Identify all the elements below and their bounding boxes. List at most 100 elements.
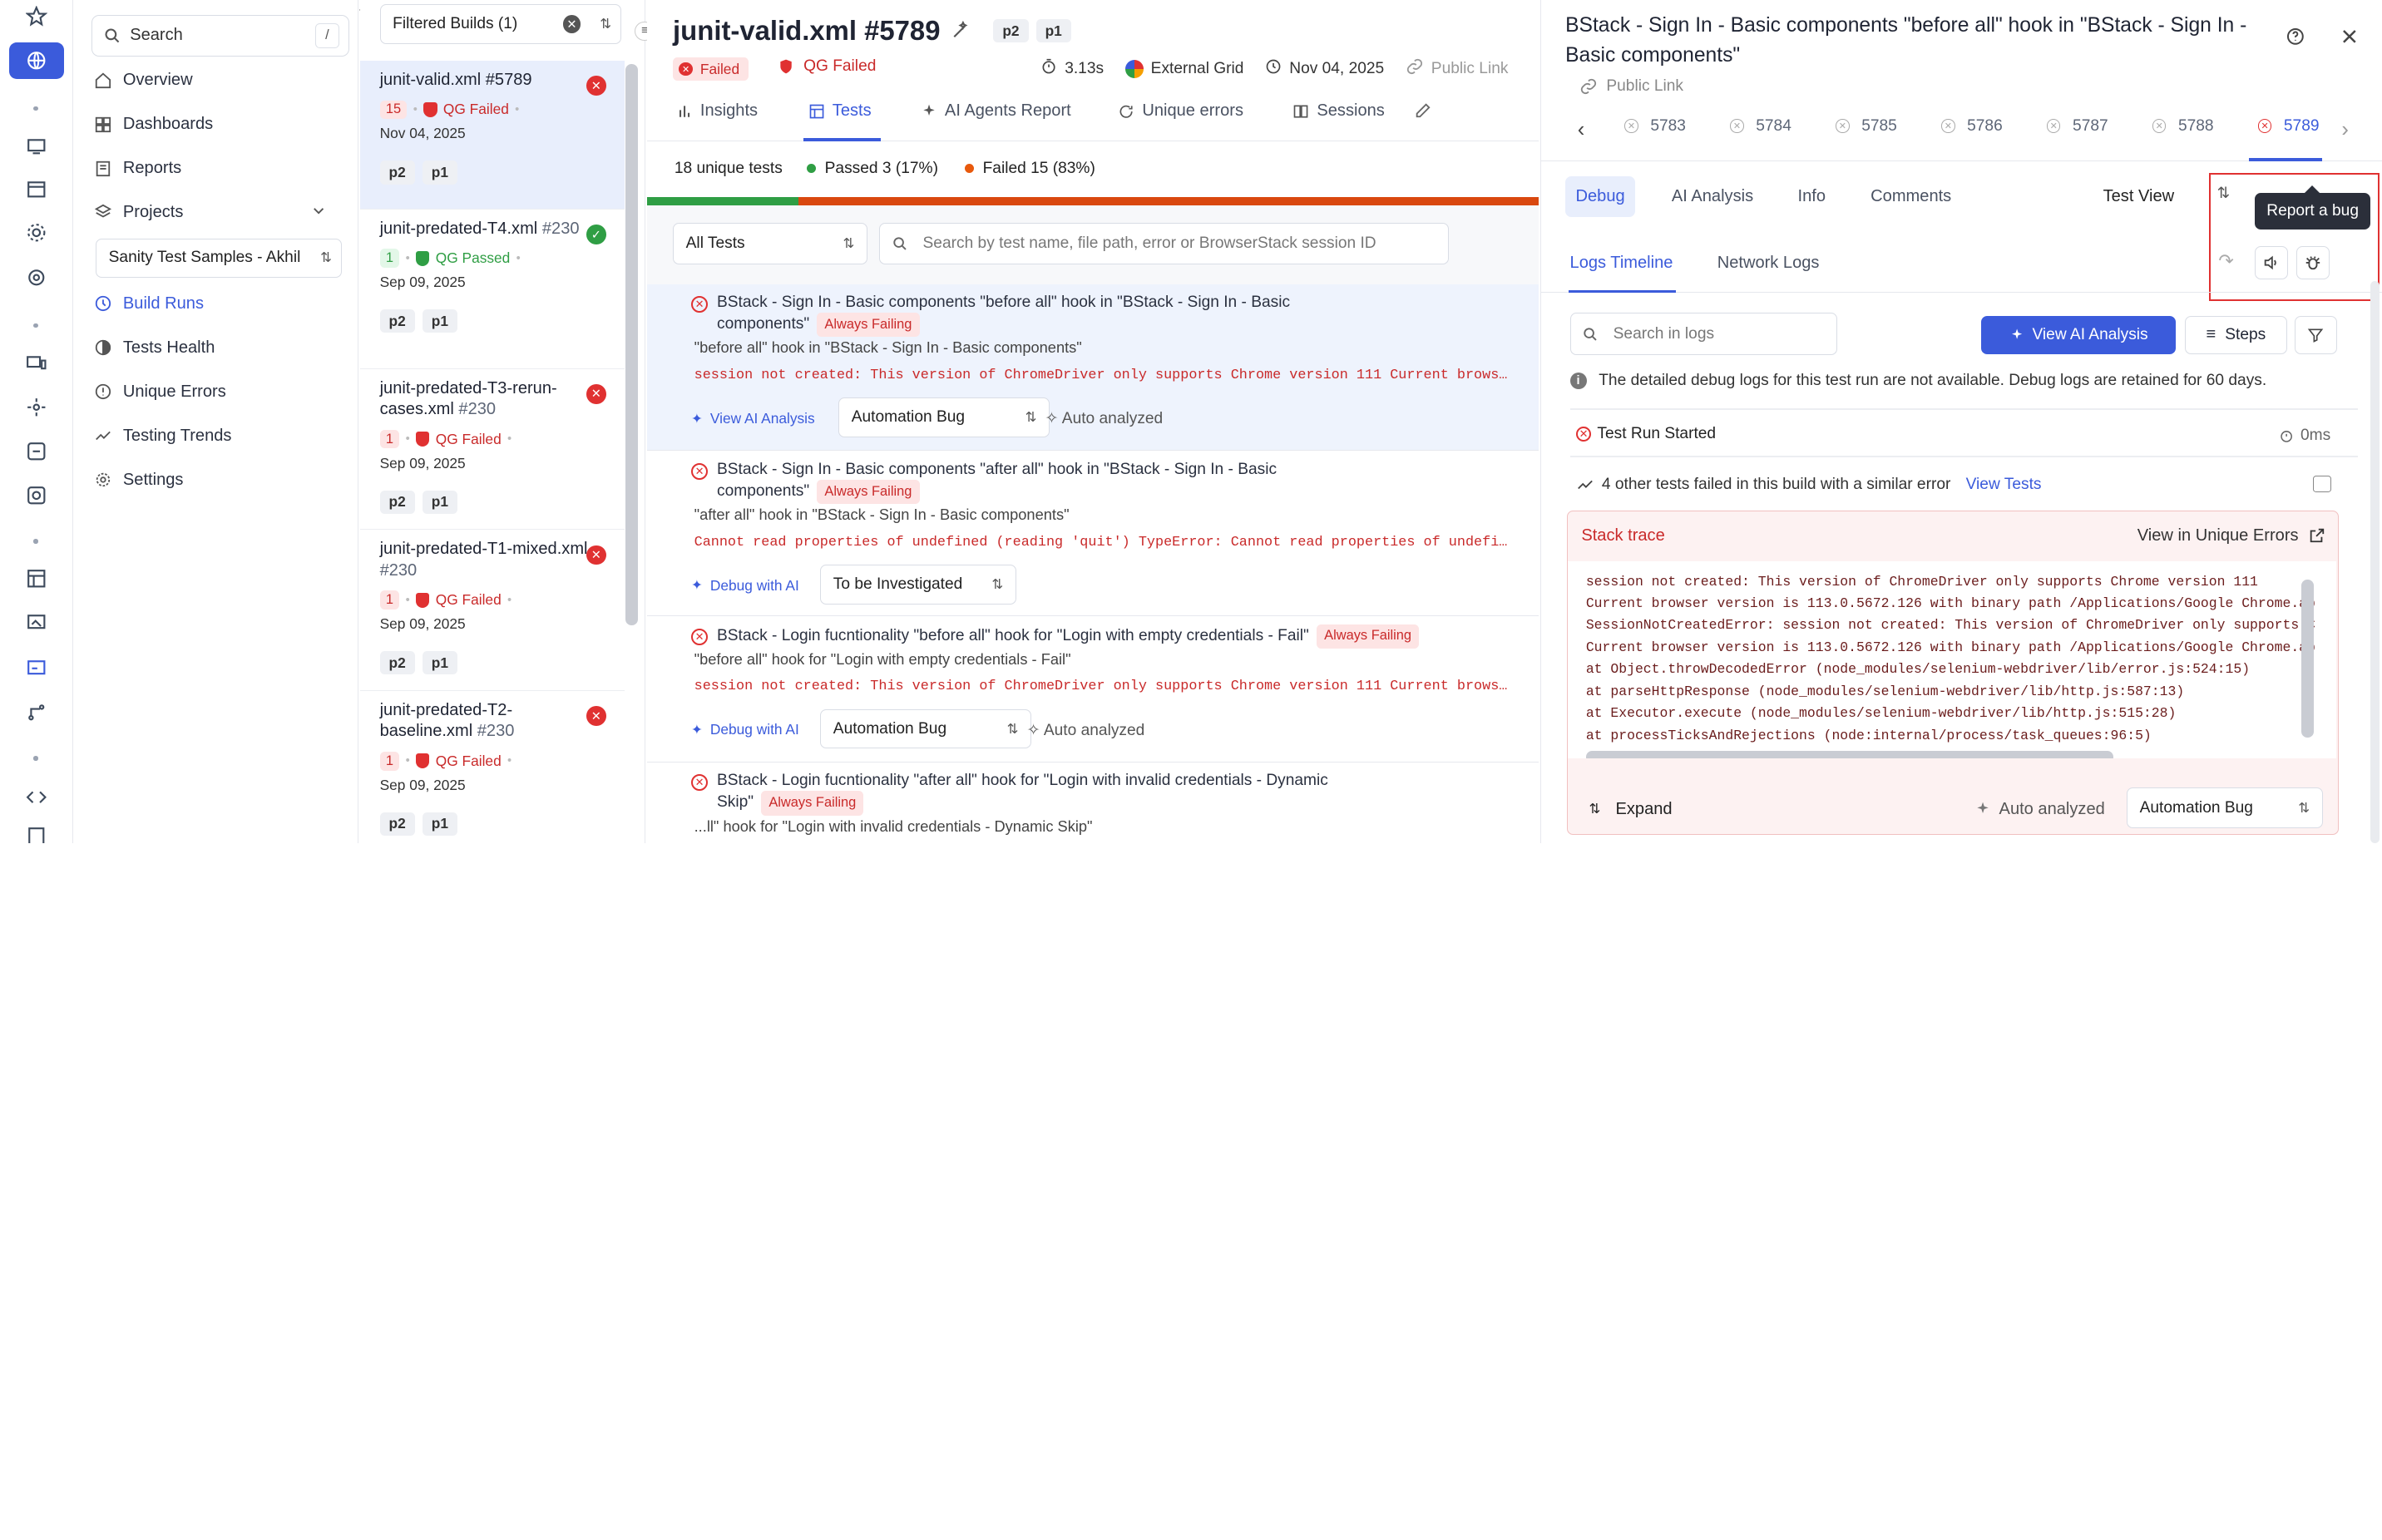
nav-reports[interactable]: Reports	[91, 149, 353, 188]
close-icon[interactable]	[2340, 26, 2361, 47]
test-view-select[interactable]: Test View	[2103, 187, 2175, 206]
refresh-icon[interactable]	[15, 478, 57, 511]
nav-build-runs[interactable]: Build Runs	[91, 284, 353, 323]
build-card[interactable]: junit-predated-T3-rerun-cases.xml #230 ✕ 1…	[359, 369, 625, 531]
ai-link[interactable]: ✦ Debug with AI	[691, 721, 799, 738]
tab-insights[interactable]: Insights	[676, 101, 758, 121]
bug-icon[interactable]	[2296, 245, 2330, 280]
settings-icon[interactable]	[15, 390, 57, 423]
run-tab[interactable]: ✕ 5787	[2047, 117, 2108, 136]
steps-button[interactable]: ≡ Steps	[2185, 315, 2287, 354]
filter-icon[interactable]	[2294, 315, 2337, 354]
image-icon[interactable]	[15, 606, 57, 639]
build-tag: p1	[422, 160, 457, 185]
view-unique-errors-link[interactable]: View in Unique Errors	[2137, 526, 2326, 545]
test-row[interactable]: ✕ BStack - Sign In - Basic components "af…	[647, 451, 1539, 617]
category-select[interactable]: Automation Bug ⇅	[838, 397, 1050, 437]
tab-ai-agents[interactable]: AI Agents Report	[921, 101, 1071, 121]
builds-filter-select[interactable]: Filtered Builds (1) ✕ ⇅	[379, 4, 621, 44]
tab-sessions[interactable]: Sessions	[1292, 101, 1385, 121]
nav-unique-errors[interactable]: Unique Errors	[91, 372, 353, 411]
tab-network-logs[interactable]: Network Logs	[1717, 254, 1820, 273]
builds-scrollbar[interactable]	[625, 63, 639, 626]
view-ai-analysis-button[interactable]: View AI Analysis	[1981, 315, 2177, 354]
next-run-icon[interactable]: ›	[2341, 118, 2349, 142]
qg-badge: QG Failed	[778, 57, 876, 76]
nav-overview[interactable]: Overview	[91, 61, 353, 100]
view-tests-link[interactable]: View Tests	[1966, 476, 2042, 494]
target-icon[interactable]	[15, 261, 57, 294]
test-search-input[interactable]: Search by test name, file path, error or…	[879, 223, 1450, 264]
nav-tests-health[interactable]: Tests Health	[91, 328, 353, 367]
auto-analyzed: Auto analyzed	[1974, 800, 2105, 819]
nav-dashboards[interactable]: Dashboards	[91, 105, 353, 144]
monitor-icon[interactable]	[15, 129, 57, 162]
help-icon[interactable]	[2286, 26, 2307, 47]
ai-link[interactable]: ✦ View AI Analysis	[691, 410, 815, 427]
count-badge: 1	[379, 590, 400, 610]
tab-logs-timeline[interactable]: Logs Timeline	[1570, 254, 1673, 273]
category-select[interactable]: Automation Bug ⇅	[820, 708, 1032, 749]
calendar-icon[interactable]	[15, 171, 57, 205]
ai-link[interactable]: ✦ Debug with AI	[691, 577, 799, 595]
tab-unique-errors[interactable]: Unique errors	[1118, 101, 1243, 121]
always-failing-badge: Always Failing	[817, 313, 920, 338]
expand-button[interactable]: ⇅ Expand	[1589, 800, 1672, 819]
nav-testing-trends[interactable]: Testing Trends	[91, 416, 353, 455]
prev-run-icon[interactable]: ‹	[1578, 118, 1585, 142]
stack-vscroll[interactable]	[2301, 579, 2314, 738]
nav-projects[interactable]: Projects	[91, 193, 353, 232]
building-icon[interactable]	[15, 820, 57, 843]
run-tab[interactable]: ✕ 5785	[1836, 117, 1897, 136]
nav-settings[interactable]: Settings	[91, 460, 353, 499]
subtab-debug[interactable]: Debug	[1565, 175, 1636, 218]
category-select[interactable]: Automation Bug ⇅	[2126, 787, 2323, 829]
tab-tests[interactable]: Tests	[808, 101, 872, 121]
build-card[interactable]: junit-predated-T1-mixed.xml #230 ✕ 1 • QG Fa…	[359, 530, 625, 691]
build-card[interactable]: junit-predated-T4.xml #230 ✓ 1 • QG Passed • S…	[359, 210, 625, 369]
stack-hscroll[interactable]	[1585, 751, 2113, 759]
log-search-input[interactable]: Search in logs	[1569, 313, 1837, 356]
test-row[interactable]: ✕ BStack - Login fucntionality "after all…	[647, 762, 1539, 843]
all-tests-select[interactable]: All Tests ⇅	[673, 223, 867, 264]
category-select[interactable]: To be Investigated ⇅	[820, 565, 1016, 605]
project-select[interactable]: Sanity Test Samples - Akhil ⇅	[96, 238, 342, 279]
forward-icon[interactable]: ↷	[2218, 250, 2233, 272]
failed-icon: ✕	[586, 384, 606, 404]
run-tab[interactable]: ✕ 5783	[1624, 117, 1686, 136]
panel-scrollbar[interactable]	[2370, 280, 2380, 843]
run-tab[interactable]: ✕ 5788	[2152, 117, 2214, 136]
test-row[interactable]: ✕ BStack - Login fucntionality "before al…	[647, 616, 1539, 763]
subtab-comments[interactable]: Comments	[1871, 187, 1951, 206]
subtab-info[interactable]: Info	[1798, 187, 1826, 206]
code-icon[interactable]	[15, 781, 57, 814]
projects-icon	[95, 204, 112, 218]
refresh-icon	[1119, 105, 1133, 118]
magic-edit-icon[interactable]	[951, 15, 972, 47]
run-tab[interactable]: ✕ 5789	[2257, 117, 2320, 136]
screens-icon[interactable]	[15, 346, 57, 379]
always-failing-badge: Always Failing	[817, 480, 920, 505]
run-tab[interactable]: ✕ 5784	[1730, 117, 1791, 136]
star-icon[interactable]	[15, 0, 57, 33]
build-card[interactable]: junit-valid.xml #5789 ✕ 15 • QG Failed • Nov …	[359, 61, 625, 210]
sound-icon[interactable]	[2255, 245, 2289, 280]
cog-icon[interactable]	[15, 215, 57, 249]
test-row[interactable]: ✕ BStack - Sign In - Basic components "be…	[647, 284, 1539, 452]
edit-tabs-icon[interactable]	[1414, 101, 1440, 120]
compare-icon[interactable]	[15, 434, 57, 467]
grid-icon[interactable]	[15, 562, 57, 595]
globe-icon[interactable]	[8, 42, 64, 79]
expand-card-icon[interactable]	[2312, 475, 2331, 492]
build-name: junit-predated-T4.xml #230	[379, 219, 580, 238]
tree-icon[interactable]	[15, 695, 57, 728]
separator: •	[507, 754, 512, 768]
nav-search-input[interactable]: Search /	[91, 15, 350, 57]
build-card[interactable]: junit-predated-T2-baseline.xml #230 ✕ 1 • QG…	[360, 691, 625, 843]
panel-public-link[interactable]: Public Link	[1579, 77, 1683, 96]
report-icon[interactable]	[15, 651, 57, 684]
clear-filter-icon[interactable]: ✕	[562, 15, 581, 34]
run-tab[interactable]: ✕ 5786	[1941, 117, 2003, 136]
public-link[interactable]: Public Link	[1431, 60, 1509, 78]
subtab-ai-analysis[interactable]: AI Analysis	[1672, 187, 1753, 206]
